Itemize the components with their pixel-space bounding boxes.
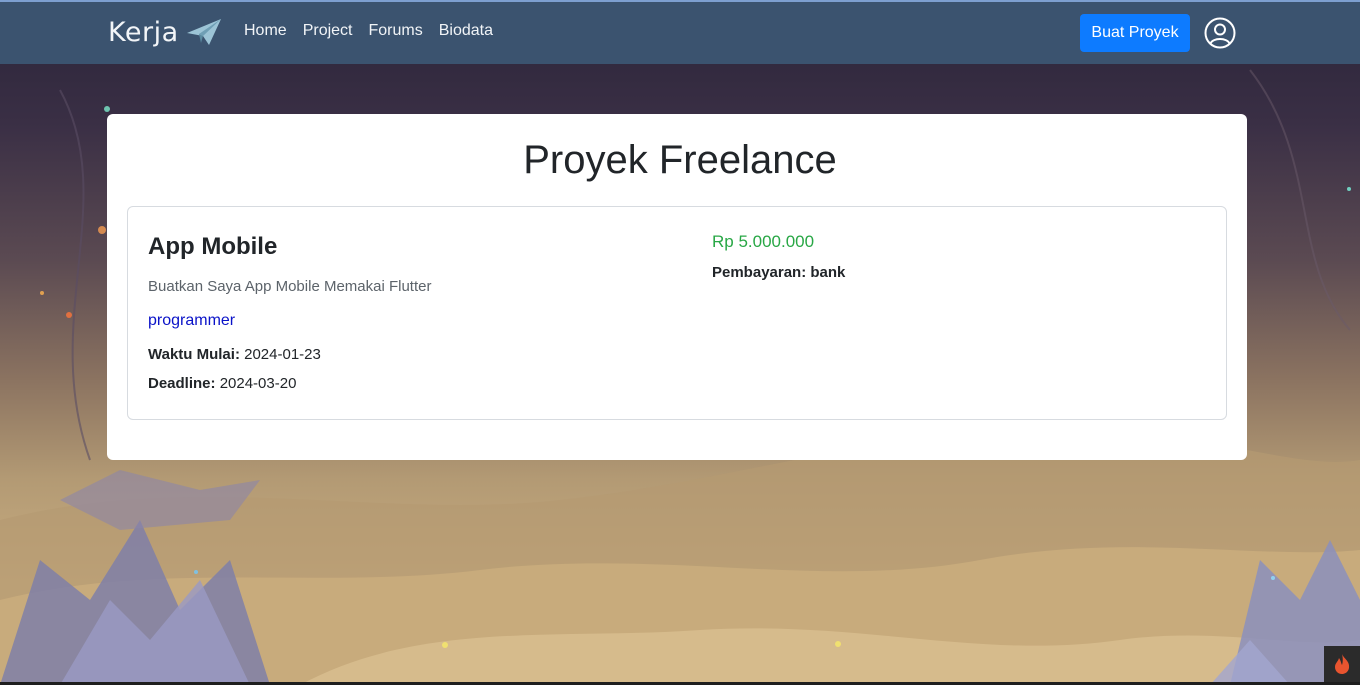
paper-plane-icon xyxy=(186,19,221,45)
deadline-value: 2024-03-20 xyxy=(219,375,297,392)
nav-links: Home Project Forums Biodata xyxy=(244,22,493,40)
project-price: Rp 5.000.000 xyxy=(712,232,815,251)
nav-link-project[interactable]: Project xyxy=(303,22,353,40)
navbar: Kerja Home Project Forums Biodata Buat P… xyxy=(0,2,1360,64)
project-start-date: Waktu Mulai: 2024-01-23 xyxy=(148,346,321,363)
flame-icon xyxy=(1335,654,1350,674)
start-label: Waktu Mulai: xyxy=(148,346,240,363)
project-deadline: Deadline: 2024-03-20 xyxy=(148,375,296,392)
nav-link-biodata[interactable]: Biodata xyxy=(439,22,493,40)
deadline-label: Deadline: xyxy=(148,375,216,392)
nav-link-home[interactable]: Home xyxy=(244,22,287,40)
project-payment: Pembayaran: bank xyxy=(712,264,845,281)
start-value: 2024-01-23 xyxy=(244,346,321,363)
project-card[interactable]: App Mobile Buatkan Saya App Mobile Memak… xyxy=(127,206,1227,420)
page-title: Proyek Freelance xyxy=(523,138,837,182)
payment-label: Pembayaran: xyxy=(712,264,807,281)
payment-value: bank xyxy=(810,264,846,281)
project-title: App Mobile xyxy=(148,233,278,260)
user-circle-icon[interactable] xyxy=(1204,17,1236,49)
nav-link-forums[interactable]: Forums xyxy=(368,22,422,40)
brand-name: Kerja xyxy=(108,16,179,48)
brand-logo[interactable]: Kerja xyxy=(108,12,223,52)
project-category[interactable]: programmer xyxy=(148,312,235,330)
corner-widget[interactable] xyxy=(1324,646,1360,682)
project-description: Buatkan Saya App Mobile Memakai Flutter xyxy=(148,278,432,295)
create-project-button[interactable]: Buat Proyek xyxy=(1080,14,1190,52)
